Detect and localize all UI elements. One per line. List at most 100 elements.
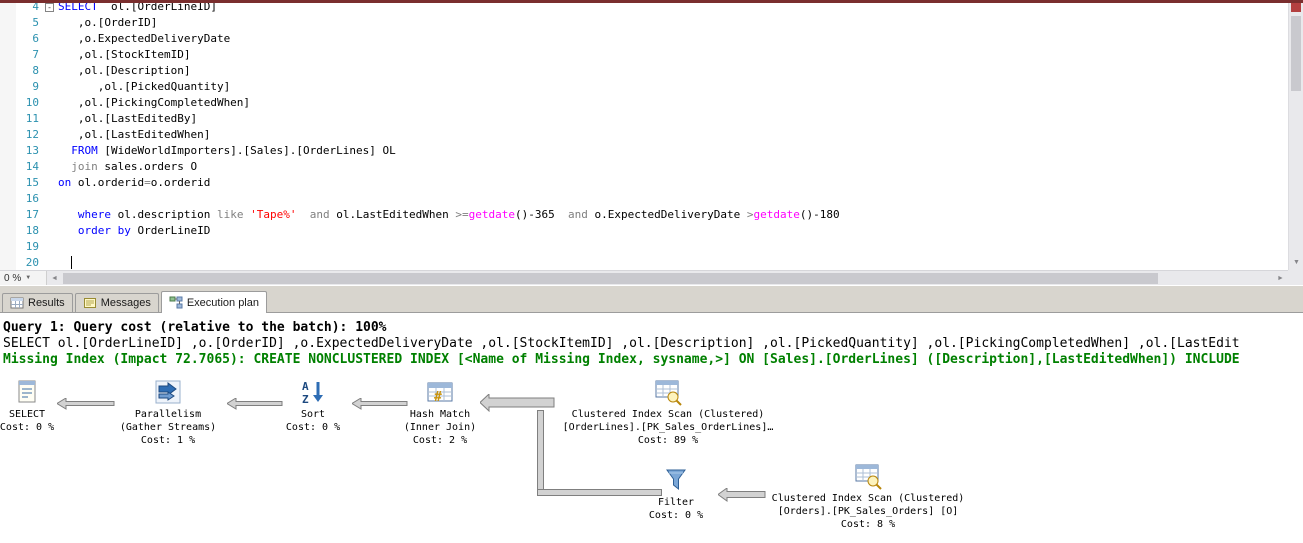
indicator-margin <box>0 128 16 144</box>
line-number[interactable]: 13 <box>16 144 44 160</box>
filter-icon <box>636 466 716 496</box>
editor-horizontal-scrollbar[interactable]: ◄ ► <box>47 271 1288 285</box>
scroll-down-arrow-icon[interactable]: ▼ <box>1289 256 1303 270</box>
line-number[interactable]: 7 <box>16 48 44 64</box>
chevron-down-icon: ▼ <box>25 275 32 281</box>
tab-results[interactable]: Results <box>2 293 73 312</box>
code-line[interactable]: 13 FROM [WideWorldImporters].[Sales].[Or… <box>0 144 1288 160</box>
line-number[interactable]: 12 <box>16 128 44 144</box>
tab-messages[interactable]: Messages <box>74 293 159 312</box>
code-line[interactable]: 17 where ol.description like 'Tape%' and… <box>0 208 1288 224</box>
svg-text:#: # <box>434 390 442 405</box>
indicator-margin <box>0 80 16 96</box>
line-number[interactable]: 15 <box>16 176 44 192</box>
indicator-margin <box>0 160 16 176</box>
clustered-index-scan-icon <box>553 378 783 408</box>
indicator-margin <box>0 176 16 192</box>
code-line[interactable]: 11 ,ol.[LastEditedBy] <box>0 112 1288 128</box>
parallelism-icon <box>108 378 228 408</box>
line-number[interactable]: 16 <box>16 192 44 208</box>
hash-match-icon: # <box>385 378 495 408</box>
clustered-index-scan-icon <box>753 462 983 492</box>
code-line[interactable]: 12 ,ol.[LastEditedWhen] <box>0 128 1288 144</box>
code-line[interactable]: 8 ,ol.[Description] <box>0 64 1288 80</box>
code-line[interactable]: 14 join sales.orders O <box>0 160 1288 176</box>
zoom-control[interactable]: 0 % ▼ <box>0 271 47 285</box>
code-line[interactable]: 15 on ol.orderid=o.orderid <box>0 176 1288 192</box>
plan-arrow-parallelism-to-select[interactable] <box>56 396 115 415</box>
code-text: ,ol.[Description] <box>58 64 191 77</box>
vertical-scroll-thumb[interactable] <box>1291 16 1301 91</box>
code-line[interactable]: 20 <box>0 256 1288 270</box>
node-label: Parallelism <box>134 409 202 420</box>
line-number[interactable]: 14 <box>16 160 44 176</box>
editor-vertical-scrollbar[interactable]: ▲ ▼ <box>1288 0 1303 270</box>
plan-node-parallelism[interactable]: Parallelism (Gather Streams) Cost: 1 % <box>108 378 228 447</box>
fold-margin <box>44 128 58 144</box>
node-label: Hash Match <box>409 409 471 420</box>
horizontal-scroll-thumb[interactable] <box>63 273 1158 284</box>
execution-plan-icon <box>169 296 183 310</box>
tab-label: Messages <box>100 297 151 309</box>
code-line[interactable]: 7 ,ol.[StockItemID] <box>0 48 1288 64</box>
indicator-margin <box>0 32 16 48</box>
line-number[interactable]: 19 <box>16 240 44 256</box>
tab-execution-plan[interactable]: Execution plan <box>160 291 267 313</box>
fold-collapse-box[interactable]: - <box>45 3 54 12</box>
indicator-margin <box>0 240 16 256</box>
plan-node-scan-orders[interactable]: Clustered Index Scan (Clustered) [Orders]… <box>753 462 983 531</box>
code-text: ,o.ExpectedDeliveryDate <box>58 32 231 45</box>
plan-arrow-filter-to-hash-match-vertical[interactable] <box>537 410 544 496</box>
code-text: ,ol.[LastEditedBy] <box>58 112 198 125</box>
node-cost: Cost: 1 % <box>140 435 196 446</box>
plan-node-hash-match[interactable]: # Hash Match (Inner Join) Cost: 2 % <box>385 378 495 447</box>
line-number[interactable]: 6 <box>16 32 44 48</box>
code-line[interactable]: 18 order by OrderLineID <box>0 224 1288 240</box>
node-label: SELECT <box>8 409 46 420</box>
line-number[interactable]: 18 <box>16 224 44 240</box>
code-line[interactable]: 6 ,o.ExpectedDeliveryDate <box>0 32 1288 48</box>
indicator-margin <box>0 192 16 208</box>
line-number[interactable]: 10 <box>16 96 44 112</box>
code-line[interactable]: 19 <box>0 240 1288 256</box>
indicator-margin <box>0 144 16 160</box>
code-line[interactable]: 9 ,ol.[PickedQuantity] <box>0 80 1288 96</box>
code-line[interactable]: 5 ,o.[OrderID] <box>0 16 1288 32</box>
tab-label: Results <box>28 297 65 309</box>
code-text: on ol.orderid=o.orderid <box>58 176 211 189</box>
fold-margin <box>44 16 58 32</box>
fold-margin <box>44 256 58 270</box>
code-text: order by OrderLineID <box>77 224 211 237</box>
fold-margin <box>44 176 58 192</box>
line-number[interactable]: 17 <box>16 208 44 224</box>
fold-margin <box>44 32 58 48</box>
code-line[interactable]: 10 ,ol.[PickingCompletedWhen] <box>0 96 1288 112</box>
indicator-margin <box>0 48 16 64</box>
code-line[interactable]: 16 <box>0 192 1288 208</box>
line-number[interactable]: 11 <box>16 112 44 128</box>
svg-text:A: A <box>302 380 309 393</box>
node-cost: Cost: 89 % <box>637 435 699 446</box>
svg-text:Z: Z <box>302 393 309 406</box>
zoom-value: 0 % <box>4 272 22 284</box>
results-grid-icon <box>10 296 24 310</box>
scroll-left-arrow-icon[interactable]: ◄ <box>47 271 62 286</box>
line-number[interactable]: 8 <box>16 64 44 80</box>
plan-node-filter[interactable]: Filter Cost: 0 % <box>636 466 716 522</box>
sort-icon: AZ <box>273 378 353 408</box>
fold-margin <box>44 64 58 80</box>
indicator-margin <box>0 256 16 270</box>
node-cost: Cost: 2 % <box>412 435 468 446</box>
plan-node-scan-orderlines[interactable]: Clustered Index Scan (Clustered) [OrderLi… <box>553 378 783 447</box>
line-number[interactable]: 9 <box>16 80 44 96</box>
scroll-right-arrow-icon[interactable]: ► <box>1273 271 1288 286</box>
text-caret <box>71 256 73 269</box>
line-number[interactable]: 5 <box>16 16 44 32</box>
plan-node-sort[interactable]: A Z Sort Cost: 0 % <box>273 378 353 434</box>
line-number[interactable]: 20 <box>16 256 44 270</box>
sql-editor[interactable]: 4- SELECT ol.[OrderLineID] 5 ,o.[OrderID] 6… <box>0 0 1288 270</box>
code-text: ,ol.[LastEditedWhen] <box>58 128 211 141</box>
plan-node-select[interactable]: SELECT Cost: 0 % <box>0 378 62 434</box>
